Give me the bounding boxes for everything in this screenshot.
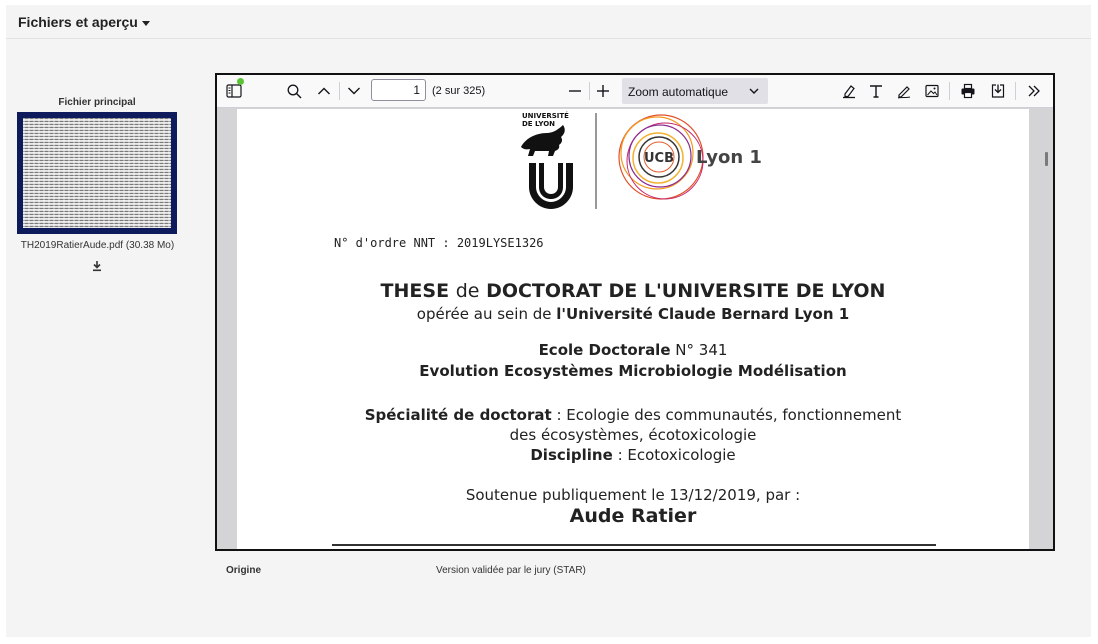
print-button[interactable] xyxy=(957,81,979,101)
horizontal-rule xyxy=(332,544,936,546)
title-doctorat: DOCTORAT DE L'UNIVERSITE DE LYON xyxy=(486,280,886,302)
toolbar-separator xyxy=(339,82,340,100)
double-chevron-right-icon xyxy=(1027,84,1041,98)
specialite-line: Spécialité de doctorat : Ecologie des co… xyxy=(237,406,1029,424)
thumbnail-preview xyxy=(23,118,171,228)
logo-ul-bottom: DE LYON xyxy=(522,120,555,128)
discipline-label: Discipline xyxy=(530,446,613,464)
search-icon xyxy=(287,84,302,99)
operee-line: opérée au sein de l'Université Claude Be… xyxy=(237,305,1029,323)
ecole-label: Ecole Doctorale xyxy=(538,341,671,359)
zoom-select-value: Zoom automatique xyxy=(628,85,729,99)
university-logos: UNIVERSITÉ DE LYON UCB Lyon 1 xyxy=(519,109,779,215)
save-icon xyxy=(990,83,1006,99)
next-page-button[interactable] xyxy=(343,81,365,101)
find-button[interactable] xyxy=(283,81,305,101)
specialite-value-2: des écosystèmes, écotoxicologie xyxy=(509,426,757,444)
toolbar-separator xyxy=(589,82,590,100)
page-number-input[interactable]: 1 xyxy=(371,79,426,101)
discipline-value: : Ecotoxicologie xyxy=(617,446,736,464)
page-count: (2 sur 325) xyxy=(432,85,486,97)
panel-title-text: Fichiers et aperçu xyxy=(18,14,138,30)
operee-university: l'Université Claude Bernard Lyon 1 xyxy=(556,305,850,323)
save-button[interactable] xyxy=(987,81,1009,101)
text-icon xyxy=(868,83,884,99)
notification-dot xyxy=(237,78,244,85)
soutenue-line: Soutenue publiquement le 13/12/2019, par… xyxy=(465,486,801,504)
specialite-value: : Ecologie des communautés, fonctionneme… xyxy=(556,406,902,424)
zoom-select[interactable]: Zoom automatique xyxy=(622,78,768,104)
ecole-name: Evolution Ecosystèmes Microbiologie Modé… xyxy=(419,362,847,380)
chevron-up-icon xyxy=(317,86,331,96)
operee-prefix: opérée au sein de xyxy=(416,305,552,323)
highlight-icon xyxy=(841,83,857,99)
chevron-down-icon xyxy=(347,86,361,96)
vertical-scrollbar[interactable] xyxy=(1033,108,1053,549)
toolbar-separator xyxy=(1015,82,1016,100)
pdf-toolbar: 1 (2 sur 325) Zoom automatique xyxy=(217,75,1053,108)
tools-menu-button[interactable] xyxy=(1023,81,1045,101)
specialite-label: Spécialité de doctorat xyxy=(364,406,552,424)
free-text-button[interactable] xyxy=(865,81,887,101)
sidebar-toggle-icon xyxy=(226,84,242,98)
main-file-thumbnail[interactable] xyxy=(17,112,177,234)
panel-header: Fichiers et aperçu xyxy=(6,5,1091,39)
minus-icon xyxy=(568,84,582,98)
toolbar-separator xyxy=(949,82,950,100)
author-name: Aude Ratier xyxy=(569,505,697,527)
ecole-number: N° 341 xyxy=(675,341,728,359)
print-icon xyxy=(960,83,976,99)
origine-label: Origine xyxy=(226,565,262,576)
discipline-line: Discipline : Ecotoxicologie xyxy=(237,446,1029,464)
thesis-title: THESE de DOCTORAT DE L'UNIVERSITE DE LYO… xyxy=(237,280,1029,302)
pdf-page: UNIVERSITÉ DE LYON UCB Lyon 1 N° d'ordre… xyxy=(237,109,1029,549)
add-image-button[interactable] xyxy=(921,81,943,101)
highlight-button[interactable] xyxy=(838,81,860,101)
caret-down-icon xyxy=(141,20,150,26)
zoom-in-button[interactable] xyxy=(592,81,614,101)
title-de: de xyxy=(455,280,480,302)
logo-ul-top: UNIVERSITÉ xyxy=(522,111,569,120)
download-icon[interactable] xyxy=(91,259,103,272)
ecole-line: Ecole Doctorale N° 341 xyxy=(237,341,1029,359)
nnt-number: N° d'ordre NNT : 2019LYSE1326 xyxy=(334,236,544,250)
title-these: THESE xyxy=(380,280,450,302)
chevron-down-icon xyxy=(748,84,760,102)
previous-page-button[interactable] xyxy=(313,81,335,101)
panel-title-dropdown[interactable]: Fichiers et aperçu xyxy=(18,14,150,30)
pdf-viewer: 1 (2 sur 325) Zoom automatique UNIVERSIT… xyxy=(215,73,1055,551)
plus-icon xyxy=(596,84,610,98)
logo-lyon1-mark: UCB xyxy=(644,151,674,166)
zoom-out-button[interactable] xyxy=(564,81,586,101)
draw-icon xyxy=(896,83,912,99)
origine-value: Version validée par le jury (STAR) xyxy=(436,565,586,576)
logo-lyon1-text: Lyon 1 xyxy=(696,147,762,168)
file-name: TH2019RatierAude.pdf (30.38 Mo) xyxy=(20,240,175,251)
draw-button[interactable] xyxy=(893,81,915,101)
image-icon xyxy=(924,83,940,99)
main-file-label: Fichier principal xyxy=(58,97,136,108)
scrollbar-thumb[interactable] xyxy=(1045,152,1048,166)
